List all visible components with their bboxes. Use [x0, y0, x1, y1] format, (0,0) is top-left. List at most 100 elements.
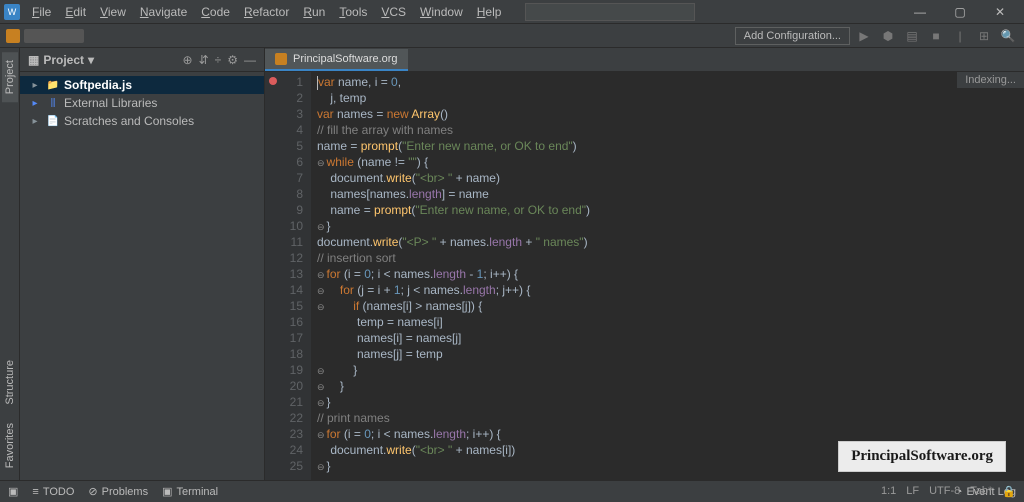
search-icon[interactable]: 🔍	[998, 26, 1018, 46]
expand-icon[interactable]: ⇵	[199, 53, 209, 67]
status-item[interactable]: Tab*	[970, 485, 992, 497]
line-number[interactable]: 17	[267, 330, 303, 346]
code-line[interactable]: ⊖ if (names[i] > names[j]) {	[317, 298, 1018, 314]
hide-icon[interactable]: —	[244, 53, 256, 67]
fold-icon[interactable]: ⊖	[317, 219, 325, 235]
status-item[interactable]: UTF-8	[929, 485, 960, 497]
fold-icon[interactable]: ⊖	[317, 395, 325, 411]
fold-icon[interactable]: ⊖	[317, 427, 325, 443]
line-number[interactable]: 1	[267, 74, 303, 90]
code-line[interactable]: // insertion sort	[317, 250, 1018, 266]
line-number[interactable]: 3	[267, 106, 303, 122]
code-line[interactable]: document.write("<P> " + names.length + "…	[317, 234, 1018, 250]
tool-window-toggle[interactable]: ▣	[8, 485, 18, 498]
line-number[interactable]: 19	[267, 362, 303, 378]
code-body[interactable]: var name, i = 0, j, tempvar names = new …	[311, 72, 1024, 480]
code-line[interactable]: ⊖for (i = 0; i < names.length; i++) {	[317, 426, 1018, 442]
line-number[interactable]: 10	[267, 218, 303, 234]
code-line[interactable]: temp = names[i]	[317, 314, 1018, 330]
breadcrumb[interactable]	[24, 29, 84, 43]
line-number[interactable]: 21	[267, 394, 303, 410]
line-number[interactable]: 13	[267, 266, 303, 282]
editor-tab[interactable]: PrincipalSoftware.org	[265, 49, 408, 71]
project-tree[interactable]: ▸📁Softpedia.js▸⫼External Libraries▸📄Scra…	[20, 72, 264, 134]
menu-navigate[interactable]: Navigate	[134, 3, 193, 21]
line-number[interactable]: 24	[267, 442, 303, 458]
menu-window[interactable]: Window	[414, 3, 469, 21]
coverage-icon[interactable]: ▤	[902, 26, 922, 46]
line-number[interactable]: 12	[267, 250, 303, 266]
code-line[interactable]: // print names	[317, 410, 1018, 426]
structure-tool-tab[interactable]: Structure	[2, 352, 18, 413]
menu-vcs[interactable]: VCS	[375, 3, 412, 21]
line-number[interactable]: 7	[267, 170, 303, 186]
maximize-button[interactable]: ▢	[940, 0, 980, 24]
bottom-todo[interactable]: ≡ TODO	[32, 486, 74, 498]
status-item[interactable]: 1:1	[881, 485, 896, 497]
code-line[interactable]: ⊖}	[317, 394, 1018, 410]
fold-icon[interactable]: ⊖	[317, 363, 325, 379]
code-line[interactable]: names[names.length] = name	[317, 186, 1018, 202]
line-number[interactable]: 9	[267, 202, 303, 218]
stop-icon[interactable]: ■	[926, 26, 946, 46]
code-line[interactable]: names[j] = temp	[317, 346, 1018, 362]
code-line[interactable]: name = prompt("Enter new name, or OK to …	[317, 202, 1018, 218]
run-icon[interactable]: ▶	[854, 26, 874, 46]
line-gutter[interactable]: 1234567891011121314151617181920212223242…	[265, 72, 311, 480]
menu-help[interactable]: Help	[471, 3, 508, 21]
line-number[interactable]: 23	[267, 426, 303, 442]
collapse-icon[interactable]: ÷	[215, 53, 222, 67]
line-number[interactable]: 6	[267, 154, 303, 170]
status-item[interactable]: LF	[906, 485, 919, 497]
favorites-tool-tab[interactable]: Favorites	[2, 415, 18, 476]
fold-icon[interactable]: ⊖	[317, 299, 325, 315]
tree-item[interactable]: ▸📁Softpedia.js	[20, 76, 264, 94]
debug-icon[interactable]: ⬢	[878, 26, 898, 46]
menu-edit[interactable]: Edit	[59, 3, 92, 21]
code-line[interactable]: j, temp	[317, 90, 1018, 106]
code-line[interactable]: document.write("<br> " + name)	[317, 170, 1018, 186]
line-number[interactable]: 15	[267, 298, 303, 314]
menu-run[interactable]: Run	[297, 3, 331, 21]
locate-icon[interactable]: ⊕	[183, 53, 193, 67]
fold-icon[interactable]: ⊖	[317, 155, 325, 171]
fold-icon[interactable]: ⊖	[317, 379, 325, 395]
line-number[interactable]: 14	[267, 282, 303, 298]
code-line[interactable]: ⊖while (name != "") {	[317, 154, 1018, 170]
code-line[interactable]: var names = new Array()	[317, 106, 1018, 122]
search-everywhere-input[interactable]	[525, 3, 695, 21]
menu-view[interactable]: View	[94, 3, 132, 21]
code-line[interactable]: name = prompt("Enter new name, or OK to …	[317, 138, 1018, 154]
code-line[interactable]: ⊖}	[317, 218, 1018, 234]
add-configuration-button[interactable]: Add Configuration...	[735, 27, 850, 45]
line-number[interactable]: 25	[267, 458, 303, 474]
minimize-button[interactable]: —	[900, 0, 940, 24]
fold-icon[interactable]: ⊖	[317, 267, 325, 283]
bottom-terminal[interactable]: ▣ Terminal	[162, 485, 218, 498]
menu-file[interactable]: File	[26, 3, 57, 21]
tree-item[interactable]: ▸📄Scratches and Consoles	[20, 112, 264, 130]
menu-refactor[interactable]: Refactor	[238, 3, 295, 21]
gear-icon[interactable]: ⚙	[227, 53, 238, 67]
code-line[interactable]: ⊖ }	[317, 378, 1018, 394]
line-number[interactable]: 11	[267, 234, 303, 250]
code-line[interactable]: var name, i = 0,	[317, 74, 1018, 90]
vcs-icon[interactable]: ⊞	[974, 26, 994, 46]
code-line[interactable]: names[i] = names[j]	[317, 330, 1018, 346]
bottom-problems[interactable]: ⊘ Problems	[88, 485, 148, 498]
line-number[interactable]: 5	[267, 138, 303, 154]
line-number[interactable]: 4	[267, 122, 303, 138]
tree-item[interactable]: ▸⫼External Libraries	[20, 94, 264, 112]
fold-icon[interactable]: ⊖	[317, 283, 325, 299]
code-line[interactable]: ⊖ }	[317, 362, 1018, 378]
code-line[interactable]: ⊖for (i = 0; i < names.length - 1; i++) …	[317, 266, 1018, 282]
line-number[interactable]: 8	[267, 186, 303, 202]
line-number[interactable]: 2	[267, 90, 303, 106]
line-number[interactable]: 22	[267, 410, 303, 426]
code-line[interactable]: ⊖ for (j = i + 1; j < names.length; j++)…	[317, 282, 1018, 298]
lock-icon[interactable]: 🔒	[1002, 485, 1016, 498]
code-editor[interactable]: 1234567891011121314151617181920212223242…	[265, 72, 1024, 480]
line-number[interactable]: 16	[267, 314, 303, 330]
line-number[interactable]: 18	[267, 346, 303, 362]
line-number[interactable]: 20	[267, 378, 303, 394]
